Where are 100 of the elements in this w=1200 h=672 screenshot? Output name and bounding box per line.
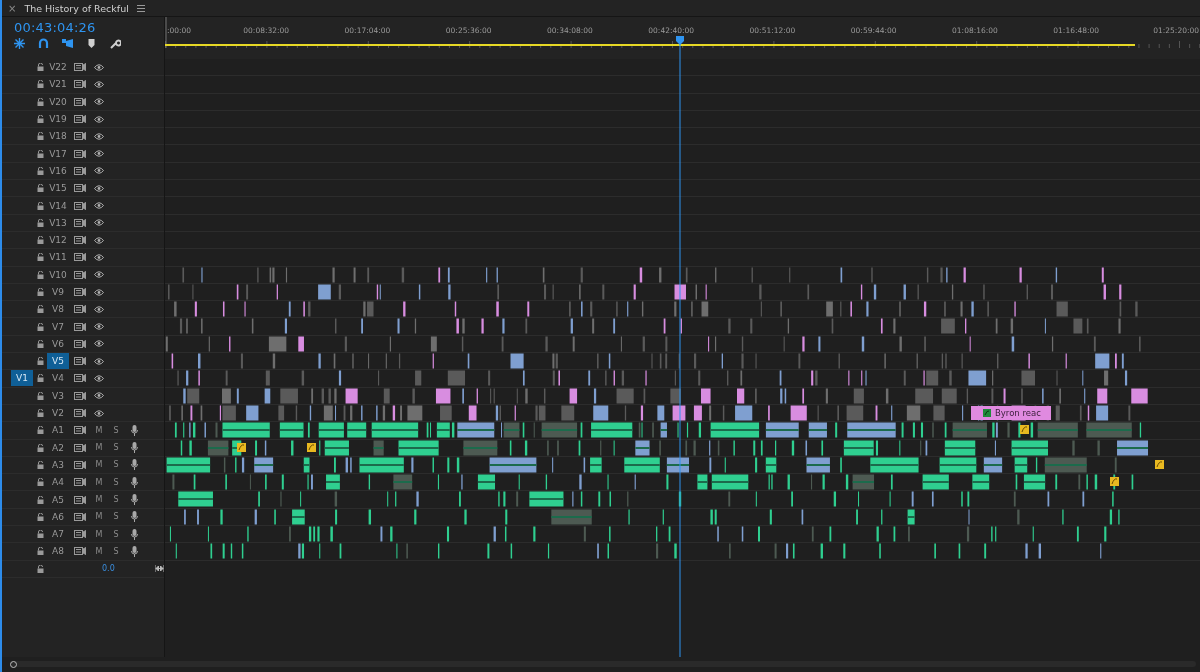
- track-label[interactable]: V20: [47, 93, 69, 110]
- eye-icon[interactable]: [94, 305, 104, 313]
- timecode[interactable]: 00:43:04:26: [14, 20, 164, 35]
- track-label[interactable]: A8: [47, 543, 69, 560]
- nest-icon[interactable]: [14, 38, 25, 49]
- sync-lock-icon[interactable]: [74, 426, 86, 435]
- eye-icon[interactable]: [94, 253, 104, 261]
- marker-icon[interactable]: [86, 38, 97, 49]
- eye-icon[interactable]: [94, 184, 104, 192]
- lock-icon[interactable]: [37, 512, 44, 521]
- microphone-icon[interactable]: [130, 424, 138, 436]
- eye-icon[interactable]: [94, 98, 104, 106]
- linked-selection-icon[interactable]: [62, 38, 73, 49]
- track-label[interactable]: A4: [47, 474, 69, 491]
- sync-lock-icon[interactable]: [74, 97, 86, 106]
- sync-lock-icon[interactable]: [74, 184, 86, 193]
- lock-icon[interactable]: [37, 530, 44, 539]
- solo-toggle[interactable]: S: [113, 546, 119, 556]
- eye-icon[interactable]: [94, 236, 104, 244]
- track-label[interactable]: A2: [47, 439, 69, 456]
- lock-icon[interactable]: [37, 374, 44, 383]
- lock-icon[interactable]: [37, 478, 44, 487]
- eye-icon[interactable]: [94, 288, 104, 296]
- lock-icon[interactable]: [37, 115, 44, 124]
- track-label[interactable]: V16: [47, 162, 69, 179]
- eye-icon[interactable]: [94, 115, 104, 123]
- panel-title[interactable]: The History of Reckful: [24, 2, 129, 14]
- eye-icon[interactable]: [94, 271, 104, 279]
- lock-icon[interactable]: [37, 564, 44, 573]
- fit-tracks-icon[interactable]: [154, 565, 164, 573]
- sync-lock-icon[interactable]: [74, 132, 86, 141]
- lock-icon[interactable]: [37, 339, 44, 348]
- sync-lock-icon[interactable]: [74, 149, 86, 158]
- lock-icon[interactable]: [37, 97, 44, 106]
- magnet-icon[interactable]: [38, 38, 49, 49]
- microphone-icon[interactable]: [130, 494, 138, 506]
- lock-icon[interactable]: [37, 547, 44, 556]
- sync-lock-icon[interactable]: [74, 391, 86, 400]
- lock-icon[interactable]: [37, 270, 44, 279]
- sync-lock-icon[interactable]: [74, 443, 86, 452]
- sync-lock-icon[interactable]: [74, 305, 86, 314]
- master-volume-reading[interactable]: 0.0: [102, 564, 115, 574]
- eye-icon[interactable]: [94, 340, 104, 348]
- track-label[interactable]: V5: [47, 353, 69, 370]
- lock-icon[interactable]: [37, 443, 44, 452]
- eye-icon[interactable]: [94, 219, 104, 227]
- sync-lock-icon[interactable]: [74, 253, 86, 262]
- eye-icon[interactable]: [94, 323, 104, 331]
- mute-toggle[interactable]: M: [95, 512, 103, 522]
- track-label[interactable]: V19: [47, 111, 69, 128]
- solo-toggle[interactable]: S: [113, 443, 119, 453]
- mute-toggle[interactable]: M: [95, 477, 103, 487]
- sync-lock-icon[interactable]: [74, 460, 86, 469]
- sync-lock-icon[interactable]: [74, 218, 86, 227]
- sync-lock-icon[interactable]: [74, 322, 86, 331]
- lock-icon[interactable]: [37, 253, 44, 262]
- solo-toggle[interactable]: S: [113, 425, 119, 435]
- track-label[interactable]: V11: [47, 249, 69, 266]
- microphone-icon[interactable]: [130, 442, 138, 454]
- track-label[interactable]: V13: [47, 214, 69, 231]
- sync-lock-icon[interactable]: [74, 478, 86, 487]
- lock-icon[interactable]: [37, 132, 44, 141]
- lock-icon[interactable]: [37, 184, 44, 193]
- track-label[interactable]: A3: [47, 456, 69, 473]
- mute-toggle[interactable]: M: [95, 495, 103, 505]
- mute-toggle[interactable]: M: [95, 546, 103, 556]
- lock-icon[interactable]: [37, 460, 44, 469]
- solo-toggle[interactable]: S: [113, 512, 119, 522]
- mute-toggle[interactable]: M: [95, 443, 103, 453]
- eye-icon[interactable]: [94, 80, 104, 88]
- lock-icon[interactable]: [37, 166, 44, 175]
- menu-icon[interactable]: [136, 4, 145, 12]
- sync-lock-icon[interactable]: [74, 495, 86, 504]
- microphone-icon[interactable]: [130, 476, 138, 488]
- track-label[interactable]: V12: [47, 232, 69, 249]
- lock-icon[interactable]: [37, 236, 44, 245]
- lock-icon[interactable]: [37, 426, 44, 435]
- sync-lock-icon[interactable]: [74, 115, 86, 124]
- sync-lock-icon[interactable]: [74, 409, 86, 418]
- track-label[interactable]: V22: [47, 59, 69, 76]
- clip[interactable]: Byron reac: [971, 405, 1051, 420]
- track-label[interactable]: V3: [47, 387, 69, 404]
- eye-icon[interactable]: [94, 202, 104, 209]
- lock-icon[interactable]: [37, 218, 44, 227]
- track-label[interactable]: V8: [47, 301, 69, 318]
- sync-lock-icon[interactable]: [74, 166, 86, 175]
- microphone-icon[interactable]: [130, 528, 138, 540]
- track-label[interactable]: V15: [47, 180, 69, 197]
- microphone-icon[interactable]: [130, 511, 138, 523]
- wrench-icon[interactable]: [110, 38, 121, 49]
- lock-icon[interactable]: [37, 495, 44, 504]
- lock-icon[interactable]: [37, 149, 44, 158]
- microphone-icon[interactable]: [130, 545, 138, 557]
- mute-toggle[interactable]: M: [95, 425, 103, 435]
- sync-lock-icon[interactable]: [74, 374, 86, 383]
- lock-icon[interactable]: [37, 63, 44, 72]
- lock-icon[interactable]: [37, 305, 44, 314]
- eye-icon[interactable]: [94, 150, 104, 158]
- sync-lock-icon[interactable]: [74, 201, 86, 210]
- source-patch[interactable]: V1: [11, 370, 33, 387]
